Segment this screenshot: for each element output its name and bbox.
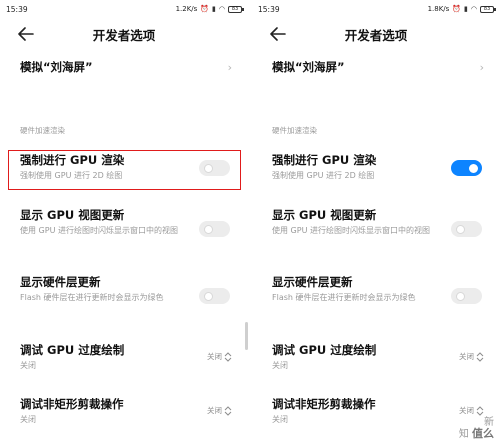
setting-subtitle: Flash 硬件层在进行更新时会显示为绿色 — [20, 293, 164, 302]
dropdown-value: 关闭 — [207, 406, 222, 415]
battery-icon: 83 — [480, 5, 496, 13]
dropdown-value: 关闭 — [207, 352, 222, 361]
setting-title: 调试 GPU 过度绘制 — [272, 343, 377, 357]
up-down-chevron-icon — [476, 351, 484, 362]
page-title: 开发者选项 — [92, 27, 156, 43]
debug-clip-dropdown[interactable]: 关闭 — [459, 405, 484, 416]
signal-icon: ▮ — [464, 4, 468, 13]
left-screen: 15:39 1.2K/s ⏰ ▮ ◠ 83 开发者选项 模拟“刘海屏” › 硬件… — [0, 0, 248, 444]
dropdown-value: 关闭 — [459, 352, 474, 361]
debug-overdraw-row[interactable]: 调试 GPU 过度绘制 关闭 关闭 — [252, 343, 500, 371]
debug-overdraw-dropdown[interactable]: 关闭 — [459, 351, 484, 362]
back-arrow-icon[interactable] — [16, 24, 36, 44]
show-gpu-updates-toggle[interactable] — [199, 221, 230, 237]
up-down-chevron-icon — [224, 405, 232, 416]
chevron-right-icon: › — [227, 61, 232, 74]
notch-setting-label: 模拟“刘海屏” — [20, 60, 93, 74]
setting-title: 调试非矩形剪裁操作 — [272, 397, 376, 411]
network-speed: 1.8K/s — [427, 5, 450, 13]
setting-subtitle: 使用 GPU 进行绘图时闪烁显示窗口中的视图 — [20, 226, 178, 235]
toggle-knob — [204, 291, 213, 301]
battery-icon: 83 — [228, 5, 244, 13]
setting-title: 显示硬件层更新 — [20, 275, 101, 289]
force-gpu-row[interactable]: 强制进行 GPU 渲染 强制使用 GPU 进行 2D 绘图 — [252, 153, 500, 181]
status-bar: 15:39 1.8K/s ⏰ ▮ ◠ 83 — [252, 0, 500, 18]
alarm-icon: ⏰ — [452, 4, 462, 13]
dropdown-value: 关闭 — [459, 406, 474, 415]
show-hw-layers-row[interactable]: 显示硬件层更新 Flash 硬件层在进行更新时会显示为绿色 — [252, 275, 500, 304]
notch-setting-label: 模拟“刘海屏” — [272, 60, 345, 74]
debug-overdraw-dropdown[interactable]: 关闭 — [207, 351, 232, 362]
setting-subtitle: 使用 GPU 进行绘图时闪烁显示窗口中的视图 — [272, 226, 430, 235]
signal-icon: ▮ — [212, 4, 216, 13]
highlight-box — [8, 150, 241, 190]
toggle-knob — [456, 291, 465, 301]
status-icons: 1.8K/s ⏰ ▮ ◠ 83 — [427, 4, 496, 13]
up-down-chevron-icon — [224, 351, 232, 362]
setting-subtitle: 关闭 — [272, 415, 288, 424]
debug-clip-row[interactable]: 调试非矩形剪裁操作 关闭 关闭 — [0, 397, 248, 425]
setting-subtitle: 强制使用 GPU 进行 2D 绘图 — [272, 171, 375, 180]
toggle-knob — [469, 163, 478, 173]
setting-title: 调试非矩形剪裁操作 — [20, 397, 124, 411]
section-header: 硬件加速渲染 — [272, 126, 317, 135]
alarm-icon: ⏰ — [200, 4, 210, 13]
watermark-main: 值么 — [472, 427, 494, 440]
status-time: 15:39 — [6, 4, 28, 14]
right-screen: 15:39 1.8K/s ⏰ ▮ ◠ 83 开发者选项 模拟“刘海屏” › 硬件… — [252, 0, 500, 444]
status-bar: 15:39 1.2K/s ⏰ ▮ ◠ 83 — [0, 0, 248, 18]
watermark-char: 知 — [458, 429, 469, 440]
setting-title: 调试 GPU 过度绘制 — [20, 343, 125, 357]
wifi-icon: ◠ — [218, 4, 225, 13]
debug-clip-dropdown[interactable]: 关闭 — [207, 405, 232, 416]
show-gpu-updates-toggle[interactable] — [451, 221, 482, 237]
wifi-icon: ◠ — [470, 4, 477, 13]
network-speed: 1.2K/s — [175, 5, 198, 13]
toggle-knob — [456, 224, 465, 234]
section-header: 硬件加速渲染 — [20, 126, 65, 135]
setting-subtitle: 关闭 — [20, 415, 36, 424]
setting-subtitle: 关闭 — [272, 361, 288, 370]
setting-title: 显示 GPU 视图更新 — [272, 208, 377, 222]
force-gpu-toggle[interactable] — [451, 160, 482, 176]
notch-setting-row[interactable]: 模拟“刘海屏” › — [252, 60, 500, 75]
setting-subtitle: 关闭 — [20, 361, 36, 370]
app-bar: 开发者选项 — [0, 18, 248, 50]
setting-title: 显示硬件层更新 — [272, 275, 353, 289]
page-title: 开发者选项 — [344, 27, 408, 43]
setting-title: 显示 GPU 视图更新 — [20, 208, 125, 222]
setting-title: 强制进行 GPU 渲染 — [272, 153, 377, 167]
debug-overdraw-row[interactable]: 调试 GPU 过度绘制 关闭 关闭 — [0, 343, 248, 371]
notch-setting-row[interactable]: 模拟“刘海屏” › — [0, 60, 248, 75]
back-arrow-icon[interactable] — [268, 24, 288, 44]
setting-subtitle: Flash 硬件层在进行更新时会显示为绿色 — [272, 293, 416, 302]
chevron-right-icon: › — [479, 61, 484, 74]
show-hw-layers-row[interactable]: 显示硬件层更新 Flash 硬件层在进行更新时会显示为绿色 — [0, 275, 248, 304]
show-gpu-updates-row[interactable]: 显示 GPU 视图更新 使用 GPU 进行绘图时闪烁显示窗口中的视图 — [252, 208, 500, 237]
status-icons: 1.2K/s ⏰ ▮ ◠ 83 — [175, 4, 244, 13]
status-time: 15:39 — [258, 4, 280, 14]
show-gpu-updates-row[interactable]: 显示 GPU 视图更新 使用 GPU 进行绘图时闪烁显示窗口中的视图 — [0, 208, 248, 237]
show-hw-layers-toggle[interactable] — [199, 288, 230, 304]
up-down-chevron-icon — [476, 405, 484, 416]
app-bar: 开发者选项 — [252, 18, 500, 50]
toggle-knob — [204, 224, 213, 234]
show-hw-layers-toggle[interactable] — [451, 288, 482, 304]
watermark-logo: 新 知 值么 — [459, 417, 494, 440]
